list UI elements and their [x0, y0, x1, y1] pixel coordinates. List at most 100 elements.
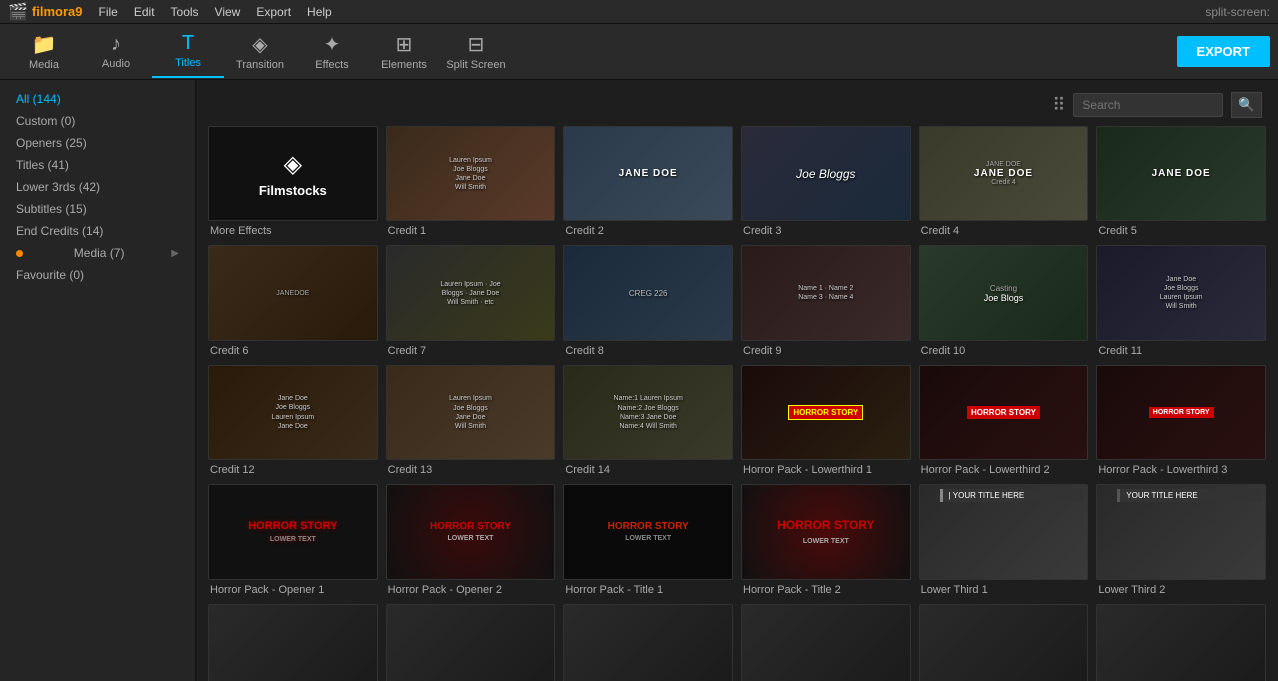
thumbnail: HORROR STORYLOWER TEXT — [208, 484, 378, 579]
thumbnail: JANE DOE — [1096, 126, 1266, 221]
thumbnail: Lauren Ipsum · JoeBloggs · Jane DoeWill … — [386, 245, 556, 340]
toolbar-effects-label: Effects — [315, 59, 348, 71]
list-item[interactable]: JANEDOE Credit 6 — [208, 245, 378, 356]
list-item[interactable] — [741, 604, 911, 681]
thumbnail — [1096, 604, 1266, 681]
list-item[interactable]: Casting Joe Blogs Credit 10 — [919, 245, 1089, 356]
menu-view[interactable]: View — [215, 5, 241, 19]
item-label: Credit 13 — [386, 464, 556, 476]
sidebar-item-all[interactable]: All (144) — [0, 88, 195, 110]
list-item[interactable] — [1096, 604, 1266, 681]
sidebar-item-subtitles[interactable]: Subtitles (15) — [0, 198, 195, 220]
list-item[interactable]: CREG 226 Credit 8 — [563, 245, 733, 356]
search-input[interactable] — [1073, 93, 1223, 117]
thumbnail: JANEDOE — [208, 245, 378, 340]
list-item[interactable]: | YOUR TITLE HERE Lower Third 1 — [919, 484, 1089, 595]
item-label: Horror Pack - Lowerthird 1 — [741, 464, 911, 476]
thumbnail — [386, 604, 556, 681]
content-area[interactable]: ⠿ 🔍 ◈ Filmstocks More Effects Lauren Ips… — [196, 80, 1278, 681]
toolbar-transition[interactable]: ◈ Transition — [224, 26, 296, 78]
list-item[interactable]: HORROR STORYLOWER TEXT Horror Pack - Ope… — [386, 484, 556, 595]
list-item[interactable]: Jane DoeJoe BloggsLauren IpsumWill Smith… — [1096, 245, 1266, 356]
media-dot — [16, 250, 23, 257]
thumbnail: YOUR TITLE HERE — [1096, 484, 1266, 579]
sidebar-item-media[interactable]: Media (7) ▶ — [0, 242, 195, 264]
sidebar-item-titles[interactable]: Titles (41) — [0, 154, 195, 176]
main-layout: All (144) Custom (0) Openers (25) Titles… — [0, 80, 1278, 681]
toolbar-titles[interactable]: T Titles — [152, 26, 224, 78]
toolbar-elements[interactable]: ⊞ Elements — [368, 26, 440, 78]
list-item[interactable]: Name:1 Lauren IpsumName:2 Joe BloggsName… — [563, 365, 733, 476]
thumbnail: Jane DoeJoe BloggsLauren IpsumWill Smith — [1096, 245, 1266, 340]
list-item[interactable] — [919, 604, 1089, 681]
list-item[interactable]: HORROR STORYLOWER TEXT Horror Pack - Tit… — [741, 484, 911, 595]
item-label: Credit 2 — [563, 225, 733, 237]
toolbar-titles-label: Titles — [175, 57, 201, 69]
sidebar-item-favourite[interactable]: Favourite (0) — [0, 264, 195, 286]
thumbnail — [741, 604, 911, 681]
toolbar-media[interactable]: 📁 Media — [8, 26, 80, 78]
thumbnail: HORROR STORY — [919, 365, 1089, 460]
effects-icon: ✦ — [324, 32, 341, 57]
menu-help[interactable]: Help — [307, 5, 332, 19]
menu-tools[interactable]: Tools — [171, 5, 199, 19]
app-logo: 🎬 filmora9 — [8, 2, 83, 22]
toolbar: 📁 Media ♪ Audio T Titles ◈ Transition ✦ … — [0, 24, 1278, 80]
split-screen-label: split-screen: — [1205, 5, 1270, 19]
sidebar-media-label: Media (7) — [74, 246, 125, 260]
list-item[interactable]: HORROR STORY Horror Pack - Lowerthird 1 — [741, 365, 911, 476]
item-label: Credit 3 — [741, 225, 911, 237]
list-item[interactable]: Jane DoeJoe BloggsLauren IpsumJane Doe C… — [208, 365, 378, 476]
sidebar-item-custom[interactable]: Custom (0) — [0, 110, 195, 132]
toolbar-audio[interactable]: ♪ Audio — [80, 26, 152, 78]
item-label: Credit 8 — [563, 345, 733, 357]
elements-icon: ⊞ — [396, 32, 413, 57]
list-item[interactable] — [563, 604, 733, 681]
grid-view-icon[interactable]: ⠿ — [1052, 95, 1065, 116]
item-label: Lower Third 1 — [919, 584, 1089, 596]
item-label: Horror Pack - Opener 2 — [386, 584, 556, 596]
menu-file[interactable]: File — [99, 5, 118, 19]
media-icon: 📁 — [32, 32, 57, 57]
list-item[interactable]: Lauren Ipsum · JoeBloggs · Jane DoeWill … — [386, 245, 556, 356]
list-item[interactable]: JANE DOE Credit 5 — [1096, 126, 1266, 237]
toolbar-effects[interactable]: ✦ Effects — [296, 26, 368, 78]
list-item[interactable]: HORROR STORYLOWER TEXT Horror Pack - Ope… — [208, 484, 378, 595]
list-item[interactable]: JANE DOE Credit 2 — [563, 126, 733, 237]
list-item[interactable]: JANE DOE JANE DOE Credit 4 Credit 4 — [919, 126, 1089, 237]
menu-export[interactable]: Export — [256, 5, 291, 19]
item-label: Credit 14 — [563, 464, 733, 476]
thumbnail: JANE DOE JANE DOE Credit 4 — [919, 126, 1089, 221]
list-item[interactable]: ◈ Filmstocks More Effects — [208, 126, 378, 237]
toolbar-media-label: Media — [29, 59, 59, 71]
list-item[interactable] — [386, 604, 556, 681]
list-item[interactable]: HORROR STORY Horror Pack - Lowerthird 3 — [1096, 365, 1266, 476]
sidebar-item-lower3rds[interactable]: Lower 3rds (42) — [0, 176, 195, 198]
thumbnail — [919, 604, 1089, 681]
list-item[interactable]: YOUR TITLE HERE Lower Third 2 — [1096, 484, 1266, 595]
item-label: Lower Third 2 — [1096, 584, 1266, 596]
thumbnail: CREG 226 — [563, 245, 733, 340]
search-button[interactable]: 🔍 — [1231, 92, 1262, 118]
toolbar-split-screen[interactable]: ⊟ Split Screen — [440, 26, 512, 78]
thumbnail: HORROR STORYLOWER TEXT — [386, 484, 556, 579]
list-item[interactable] — [208, 604, 378, 681]
sidebar-arrow-icon: ▶ — [171, 248, 179, 259]
export-button[interactable]: EXPORT — [1177, 36, 1270, 67]
list-item[interactable]: Lauren IpsumJoe BloggsJane DoeWill Smith… — [386, 365, 556, 476]
thumbnail: Jane DoeJoe BloggsLauren IpsumJane Doe — [208, 365, 378, 460]
menu-edit[interactable]: Edit — [134, 5, 155, 19]
sidebar-item-endcredits[interactable]: End Credits (14) — [0, 220, 195, 242]
item-label: More Effects — [208, 225, 378, 237]
list-item[interactable]: Name 1 · Name 2Name 3 · Name 4 Credit 9 — [741, 245, 911, 356]
item-label: Horror Pack - Opener 1 — [208, 584, 378, 596]
sidebar-item-openers[interactable]: Openers (25) — [0, 132, 195, 154]
list-item[interactable]: HORROR STORYLOWER TEXT Horror Pack - Tit… — [563, 484, 733, 595]
thumbnail: Name:1 Lauren IpsumName:2 Joe BloggsName… — [563, 365, 733, 460]
list-item[interactable]: Joe Bloggs Credit 3 — [741, 126, 911, 237]
thumbnail: Lauren IpsumJoe BloggsJane DoeWill Smith — [386, 126, 556, 221]
thumbnail: Lauren IpsumJoe BloggsJane DoeWill Smith — [386, 365, 556, 460]
titles-icon: T — [182, 32, 194, 55]
list-item[interactable]: Lauren IpsumJoe BloggsJane DoeWill Smith… — [386, 126, 556, 237]
list-item[interactable]: HORROR STORY Horror Pack - Lowerthird 2 — [919, 365, 1089, 476]
